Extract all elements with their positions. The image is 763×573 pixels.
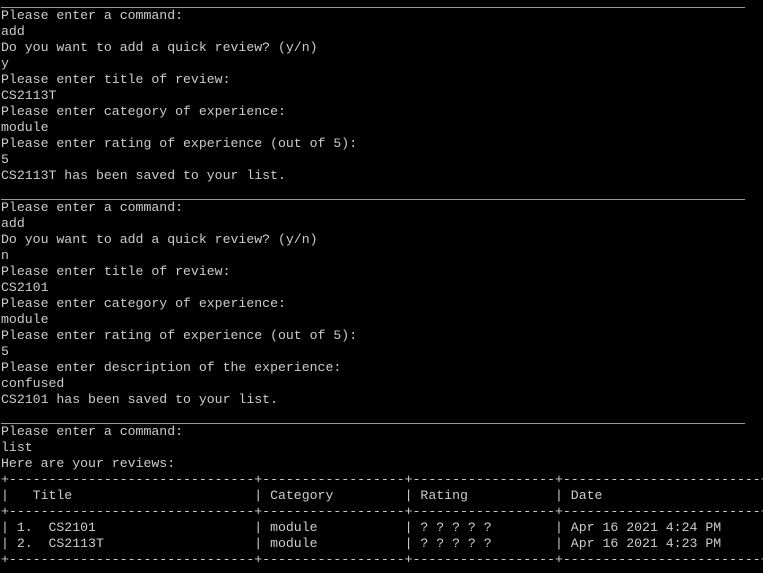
console-line: 5 xyxy=(1,152,9,167)
table-header-row: | Title | Category | Rating | Date | xyxy=(1,488,763,503)
table-row: | 2. CS2113T | module | ? ? ? ? ? | Apr … xyxy=(1,536,763,551)
console-line: CS2113T has been saved to your list. xyxy=(1,168,286,183)
table-border: +-------------------------------+-------… xyxy=(1,552,763,567)
console-line: Please enter description of the experien… xyxy=(1,360,342,375)
console-line: CS2113T xyxy=(1,88,57,103)
console-line: Please enter a command: xyxy=(1,8,184,23)
console-line: Please enter category of experience: xyxy=(1,296,286,311)
scrollbar-track[interactable] xyxy=(747,0,763,573)
console-line: y xyxy=(1,56,9,71)
console-line: Do you want to add a quick review? (y/n) xyxy=(1,232,318,247)
console-line: Here are your reviews: xyxy=(1,456,176,471)
console-line: Please enter category of experience: xyxy=(1,104,286,119)
table-border: +-------------------------------+-------… xyxy=(1,472,763,487)
console-line: 5 xyxy=(1,344,9,359)
table-row: | 1. CS2101 | module | ? ? ? ? ? | Apr 1… xyxy=(1,520,763,535)
console-line: add xyxy=(1,24,25,39)
console-line: CS2101 has been saved to your list. xyxy=(1,392,278,407)
console-line: Please enter rating of experience (out o… xyxy=(1,328,358,343)
console-line: Please enter a command: xyxy=(1,424,184,439)
console-line: list xyxy=(1,440,33,455)
console-window[interactable]: Please enter a command: add Do you want … xyxy=(0,0,763,573)
console-line: Please enter a command: xyxy=(1,200,184,215)
console-line: module xyxy=(1,120,49,135)
console-line: Please enter rating of experience (out o… xyxy=(1,136,358,151)
console-line: Please enter title of review: xyxy=(1,72,231,87)
console-line: n xyxy=(1,248,9,263)
console-line: module xyxy=(1,312,49,327)
console-line: add xyxy=(1,216,25,231)
console-line: CS2101 xyxy=(1,280,49,295)
table-border: +-------------------------------+-------… xyxy=(1,504,763,519)
console-line: confused xyxy=(1,376,65,391)
console-line: Do you want to add a quick review? (y/n) xyxy=(1,40,318,55)
console-line: Please enter title of review: xyxy=(1,264,231,279)
